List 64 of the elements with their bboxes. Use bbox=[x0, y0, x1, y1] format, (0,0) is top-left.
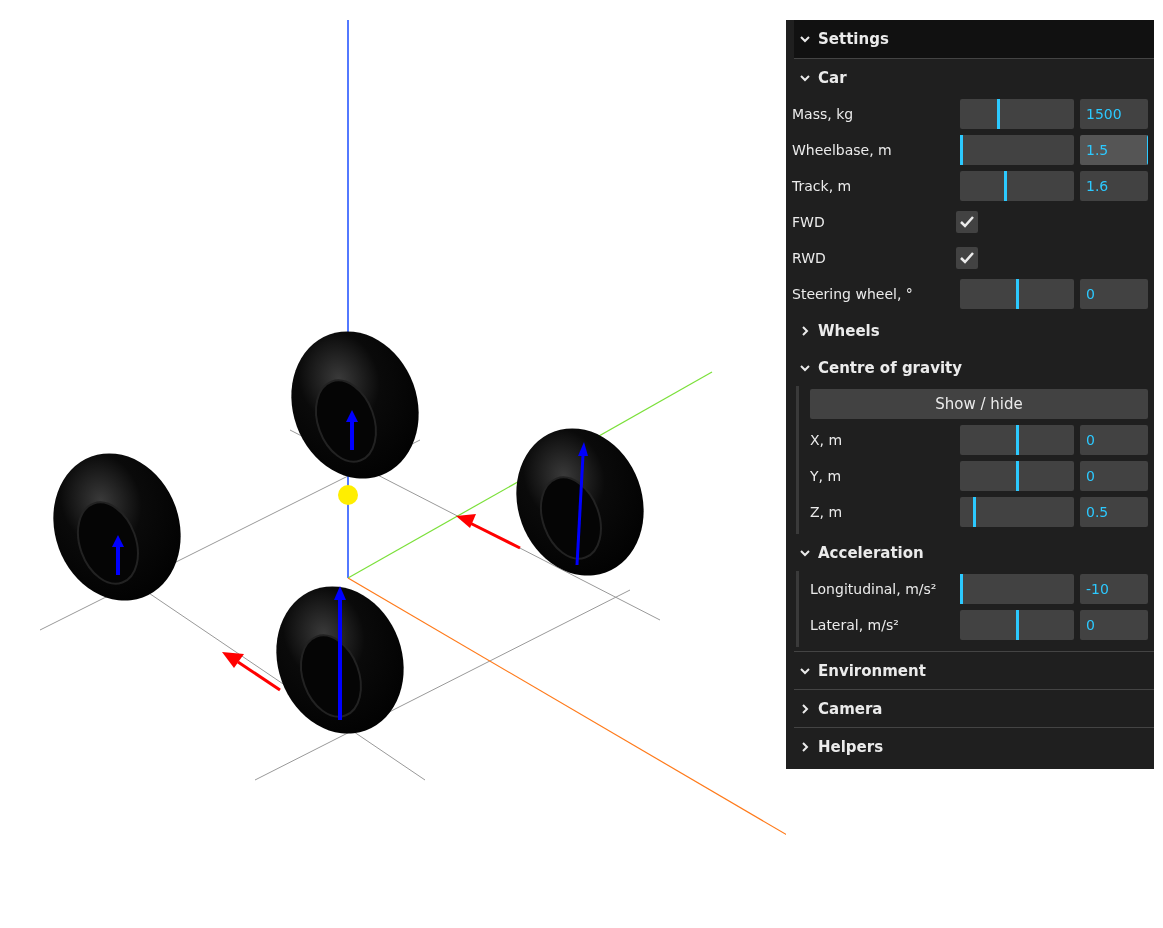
slider-thumb[interactable] bbox=[1015, 461, 1019, 491]
number-field[interactable]: 0 bbox=[1080, 279, 1148, 309]
slider-thumb[interactable] bbox=[960, 135, 963, 165]
force-arrow bbox=[222, 652, 281, 692]
folder-header[interactable]: Environment bbox=[794, 651, 1154, 689]
number-field[interactable]: 0 bbox=[1080, 425, 1148, 455]
slider-thumb[interactable] bbox=[1015, 279, 1019, 309]
checkbox[interactable] bbox=[956, 247, 978, 269]
slider-thumb[interactable] bbox=[1004, 171, 1008, 201]
control-label: X, m bbox=[810, 432, 844, 448]
slider[interactable] bbox=[960, 574, 1074, 604]
centre-of-gravity-marker bbox=[338, 485, 358, 505]
slider-thumb[interactable] bbox=[973, 497, 977, 527]
control-label: Y, m bbox=[810, 468, 843, 484]
chevron-down-icon bbox=[800, 362, 810, 373]
control-label: Z, m bbox=[810, 504, 844, 520]
number-field[interactable]: -10 bbox=[1080, 574, 1148, 604]
chevron-right-icon bbox=[800, 741, 810, 752]
folder-header[interactable]: Wheels bbox=[794, 312, 1154, 349]
slider[interactable] bbox=[960, 425, 1074, 455]
control-label: Steering wheel, ° bbox=[792, 286, 914, 302]
checkmark-icon bbox=[960, 216, 974, 228]
control-label: FWD bbox=[792, 214, 826, 230]
chevron-down-icon bbox=[800, 547, 810, 558]
chevron-right-icon bbox=[800, 703, 810, 714]
chevron-down-icon bbox=[800, 34, 810, 44]
control-label: Longitudinal, m/s² bbox=[810, 581, 938, 597]
control-label: Track, m bbox=[792, 178, 853, 194]
chevron-down-icon bbox=[800, 665, 810, 676]
folder-header[interactable]: Centre of gravity bbox=[794, 349, 1154, 386]
slider-thumb[interactable] bbox=[996, 99, 1000, 129]
chevron-down-icon bbox=[800, 72, 810, 83]
folder-header[interactable]: Car bbox=[794, 59, 1154, 96]
control-label: Wheelbase, m bbox=[792, 142, 893, 158]
number-field[interactable]: 0 bbox=[1080, 610, 1148, 640]
number-field[interactable]: 1.5 bbox=[1080, 135, 1148, 165]
control-label: RWD bbox=[792, 250, 827, 266]
checkbox[interactable] bbox=[956, 211, 978, 233]
folder-header[interactable]: Helpers bbox=[794, 727, 1154, 765]
slider[interactable] bbox=[960, 461, 1074, 491]
slider[interactable] bbox=[960, 279, 1074, 309]
folder-header[interactable]: Acceleration bbox=[794, 534, 1154, 571]
show-hide-button[interactable]: Show / hide bbox=[810, 389, 1148, 419]
panel-title[interactable]: Settings bbox=[794, 20, 1154, 59]
folder-header[interactable]: Camera bbox=[794, 689, 1154, 727]
number-field[interactable]: 1500 bbox=[1080, 99, 1148, 129]
slider[interactable] bbox=[960, 610, 1074, 640]
number-field[interactable]: 0 bbox=[1080, 461, 1148, 491]
checkmark-icon bbox=[960, 252, 974, 264]
slider[interactable] bbox=[960, 497, 1074, 527]
slider-thumb[interactable] bbox=[1015, 610, 1019, 640]
number-field[interactable]: 1.6 bbox=[1080, 171, 1148, 201]
slider[interactable] bbox=[960, 171, 1074, 201]
load-arrow bbox=[112, 535, 124, 575]
slider-thumb[interactable] bbox=[1015, 425, 1019, 455]
slider[interactable] bbox=[960, 99, 1074, 129]
chevron-right-icon bbox=[800, 325, 810, 336]
slider[interactable] bbox=[960, 135, 1074, 165]
load-arrow bbox=[346, 410, 358, 450]
number-field[interactable]: 0.5 bbox=[1080, 497, 1148, 527]
slider-thumb[interactable] bbox=[960, 574, 963, 604]
control-label: Lateral, m/s² bbox=[810, 617, 900, 633]
control-label: Mass, kg bbox=[792, 106, 855, 122]
force-arrow bbox=[456, 514, 521, 550]
